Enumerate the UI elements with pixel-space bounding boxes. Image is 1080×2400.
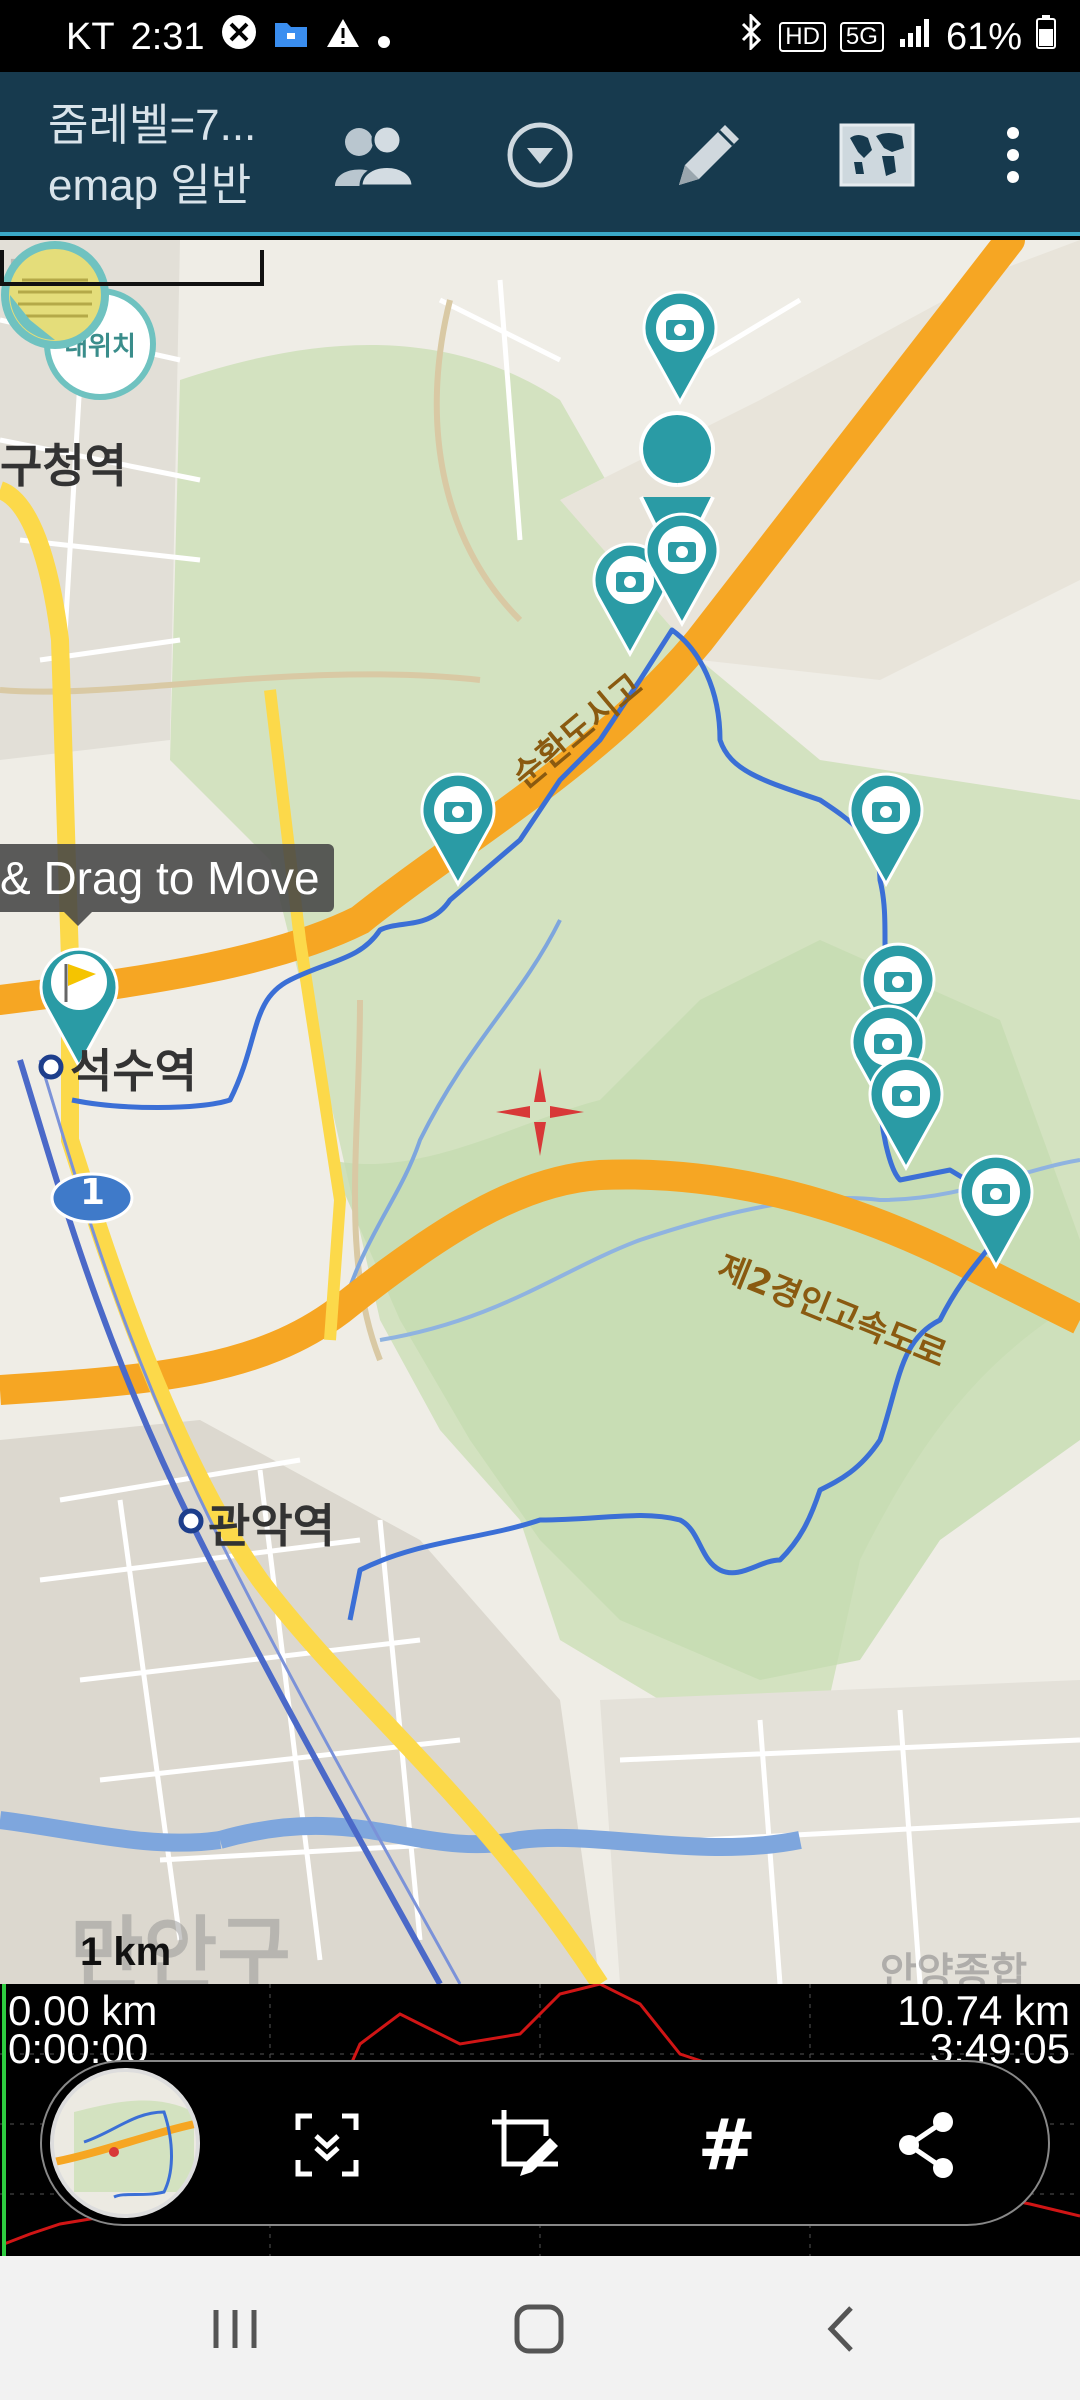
edit-crop-icon bbox=[492, 2110, 558, 2176]
back-button[interactable] bbox=[796, 2284, 886, 2374]
pencil-icon bbox=[679, 125, 739, 185]
label-gucheong-station: 구청역 bbox=[0, 439, 127, 493]
map-scale-bar bbox=[0, 250, 264, 286]
station-icon bbox=[38, 1054, 64, 1080]
edit-track-button[interactable] bbox=[482, 2100, 572, 2190]
drag-to-move-tooltip: & Drag to Move bbox=[0, 844, 334, 926]
action-bar: # bbox=[40, 2060, 1050, 2226]
recents-icon bbox=[213, 2310, 257, 2348]
crosshair-icon bbox=[496, 1068, 584, 1156]
station-icon bbox=[178, 1508, 204, 1534]
hd-voice-icon: HD bbox=[779, 22, 826, 52]
collapse-button[interactable] bbox=[282, 2100, 372, 2190]
dropdown-icon bbox=[507, 122, 573, 188]
map-select-button[interactable] bbox=[832, 110, 922, 200]
signal-icon bbox=[898, 16, 932, 59]
photo-marker[interactable] bbox=[956, 1152, 1036, 1272]
home-icon bbox=[514, 2304, 564, 2354]
recents-button[interactable] bbox=[190, 2284, 280, 2374]
more-icon bbox=[1007, 127, 1019, 183]
zoom-level-label: 줌레벨=7... bbox=[48, 101, 257, 150]
map-type-label: emap 일반 bbox=[48, 161, 252, 210]
share-button[interactable] bbox=[882, 2100, 972, 2190]
status-bar: KT 2:31 HD 5G 61% bbox=[0, 0, 1080, 72]
home-button[interactable] bbox=[494, 2284, 584, 2374]
network-5g-icon: 5G bbox=[839, 22, 884, 52]
dot-icon bbox=[377, 16, 391, 59]
app-x-icon bbox=[221, 14, 257, 60]
photo-marker[interactable] bbox=[642, 510, 722, 630]
route-number: 1 bbox=[80, 1172, 106, 1213]
app-toolbar: 줌레벨=7... emap 일반 bbox=[0, 72, 1080, 236]
photo-marker[interactable] bbox=[418, 770, 498, 890]
photo-marker[interactable] bbox=[640, 288, 720, 408]
group-icon bbox=[335, 124, 415, 188]
map-title[interactable]: 줌레벨=7... emap 일반 bbox=[48, 96, 256, 216]
back-icon bbox=[827, 2306, 853, 2352]
share-icon bbox=[899, 2112, 953, 2178]
group-button[interactable] bbox=[328, 110, 418, 200]
hash-icon: # bbox=[697, 2104, 757, 2186]
map-thumbnail[interactable] bbox=[50, 2068, 200, 2218]
carrier-label: KT bbox=[66, 15, 115, 58]
label-anyang-complex: 안양종합 bbox=[880, 1950, 1028, 1984]
folder-icon bbox=[273, 16, 309, 59]
label-gwanak-station: 관악역 bbox=[208, 1499, 335, 1553]
clock: 2:31 bbox=[130, 15, 205, 58]
map-view[interactable]: 1 구청역 석수역 관악역 제2경인고속도로 순환도시고 만안구 안양종합 구 … bbox=[0, 240, 1080, 1984]
system-navigation-bar bbox=[0, 2256, 1080, 2400]
bluetooth-icon bbox=[737, 12, 765, 60]
world-map-icon bbox=[839, 123, 915, 187]
warning-icon bbox=[325, 16, 361, 59]
battery-percent: 61% bbox=[945, 15, 1022, 58]
label-seoksu-station: 석수역 bbox=[70, 1044, 197, 1098]
more-menu-button[interactable] bbox=[968, 110, 1058, 200]
photo-marker[interactable] bbox=[866, 1054, 946, 1174]
edit-button[interactable] bbox=[662, 110, 752, 200]
photo-marker[interactable] bbox=[846, 770, 926, 890]
hash-button[interactable]: # bbox=[682, 2100, 772, 2190]
collapse-icon bbox=[295, 2113, 359, 2177]
battery-icon bbox=[1036, 15, 1056, 59]
dropdown-button[interactable] bbox=[495, 110, 585, 200]
scale-label: 1 km bbox=[80, 1930, 172, 1974]
